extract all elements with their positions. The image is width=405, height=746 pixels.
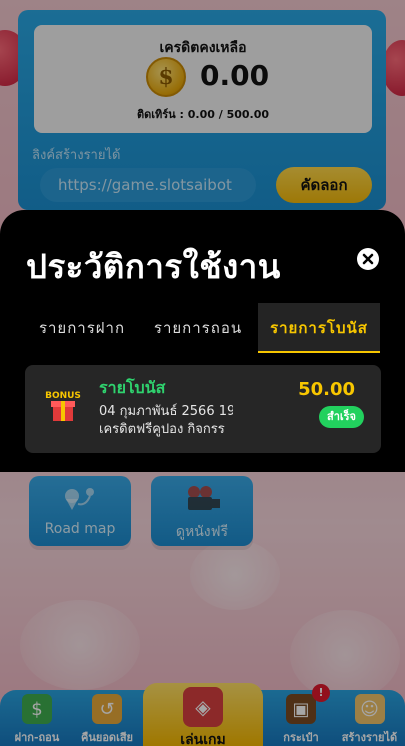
history-description: เครดิตฟรีคูปอง กิจกรร bbox=[99, 422, 225, 437]
history-amount: 50.00 bbox=[298, 379, 355, 400]
tab-deposit[interactable]: รายการฝาก bbox=[26, 303, 138, 353]
tab-withdraw[interactable]: รายการถอน bbox=[142, 303, 254, 353]
history-tabs: รายการฝาก รายการถอน รายการโบนัส bbox=[26, 303, 380, 353]
bonus-icon: BONUS bbox=[45, 387, 81, 427]
close-icon bbox=[362, 253, 374, 265]
bonus-icon-text: BONUS bbox=[45, 391, 81, 401]
tab-bonus[interactable]: รายการโบนัส bbox=[258, 303, 380, 353]
history-item: BONUS รายโบนัส 04 กุมภาพันธ์ 2566 19 เคร… bbox=[25, 365, 381, 453]
history-modal: ประวัติการใช้งาน รายการฝาก รายการถอน ราย… bbox=[0, 210, 405, 472]
close-button[interactable] bbox=[357, 248, 379, 270]
modal-title: ประวัติการใช้งาน bbox=[26, 247, 281, 286]
history-title: รายโบนัส bbox=[99, 378, 166, 397]
status-badge: สำเร็จ bbox=[318, 406, 364, 428]
